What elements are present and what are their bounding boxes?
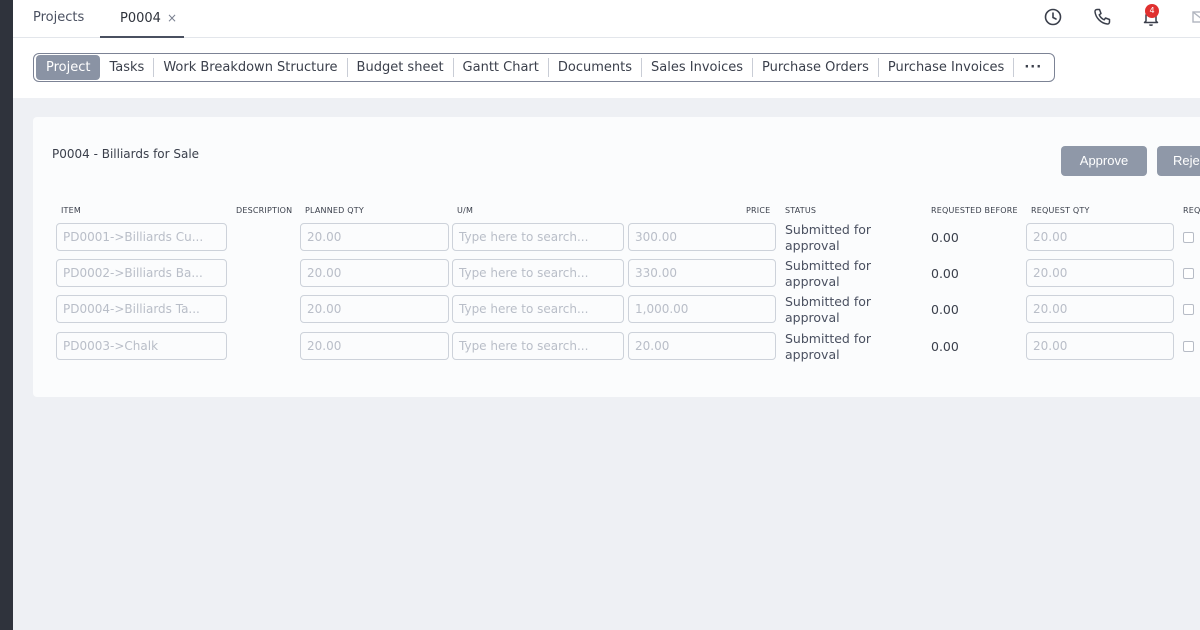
tab-budget-sheet[interactable]: Budget sheet [348,58,454,77]
item-field[interactable]: PD0003->Chalk [56,332,227,360]
close-icon[interactable]: × [167,11,177,25]
column-header-um: U/M [457,206,474,215]
column-header-req: REQ [1183,206,1200,215]
status-text: Submitted for approval [785,294,872,325]
column-header-request-qty: REQUEST QTY [1031,206,1090,215]
column-header-price: PRICE [746,206,771,215]
tab-purchase-invoices[interactable]: Purchase Invoices [879,58,1015,77]
reject-button[interactable]: Reje [1157,146,1200,176]
um-search-field[interactable]: Type here to search... [452,259,624,287]
project-tabs: Project Tasks Work Breakdown Structure B… [33,53,1056,82]
notification-badge: 4 [1145,4,1159,18]
column-header-planned-qty: PLANNED QTY [305,206,364,215]
requested-before-value: 0.00 [931,302,959,317]
status-text: Submitted for approval [785,331,872,362]
approve-button[interactable]: Approve [1061,146,1147,176]
row-checkbox[interactable] [1183,232,1194,243]
um-search-field[interactable]: Type here to search... [452,223,624,251]
row-checkbox[interactable] [1183,341,1194,352]
requested-before-value: 0.00 [931,339,959,354]
item-field[interactable]: PD0004->Billiards Ta... [56,295,227,323]
row-checkbox[interactable] [1183,304,1194,315]
price-field[interactable]: 1,000.00 [628,295,776,323]
tab-project[interactable]: Project [36,55,101,80]
planned-qty-field[interactable]: 20.00 [300,259,449,287]
page-title: P0004 - Billiards for Sale [52,147,200,161]
request-qty-field[interactable]: 20.00 [1026,259,1174,287]
price-field[interactable]: 300.00 [628,223,776,251]
tab-p0004[interactable]: P0004 × [100,0,184,38]
tab-purchase-orders[interactable]: Purchase Orders [753,58,879,77]
mail-icon[interactable] [1189,6,1200,28]
clock-icon[interactable] [1042,6,1064,28]
phone-icon[interactable] [1091,6,1113,28]
um-search-field[interactable]: Type here to search... [452,332,624,360]
column-header-status: STATUS [785,206,817,215]
request-qty-field[interactable]: 20.00 [1026,295,1174,323]
request-qty-field[interactable]: 20.00 [1026,332,1174,360]
tab-sales-invoices[interactable]: Sales Invoices [642,58,753,77]
top-bar: Projects P0004 × 4 [13,0,1200,38]
tab-work-breakdown-structure[interactable]: Work Breakdown Structure [154,58,348,77]
app-sidebar-strip [0,0,13,630]
status-text: Submitted for approval [785,258,872,289]
tab-projects[interactable]: Projects [33,0,84,38]
requested-before-value: 0.00 [931,266,959,281]
column-header-description: DESCRIPTION [236,206,293,215]
planned-qty-field[interactable]: 20.00 [300,332,449,360]
column-header-requested-before: REQUESTED BEFORE [931,206,1018,215]
row-checkbox[interactable] [1183,268,1194,279]
item-field[interactable]: PD0001->Billiards Cu... [56,223,227,251]
status-text: Submitted for approval [785,222,872,253]
sub-nav-bar: Project Tasks Work Breakdown Structure B… [13,38,1200,98]
item-field[interactable]: PD0002->Billiards Ba... [56,259,227,287]
tab-projects-label: Projects [33,10,85,25]
planned-qty-field[interactable]: 20.00 [300,223,449,251]
tab-p0004-label: P0004 [120,11,161,26]
more-tabs-icon[interactable]: ··· [1014,58,1052,77]
column-header-item: ITEM [61,206,82,215]
price-field[interactable]: 20.00 [628,332,776,360]
requested-before-value: 0.00 [931,230,959,245]
tab-gantt-chart[interactable]: Gantt Chart [454,58,549,77]
price-field[interactable]: 330.00 [628,259,776,287]
tab-tasks[interactable]: Tasks [100,58,155,77]
purchase-request-card: P0004 - Billiards for Sale Approve Reje … [33,117,1200,397]
tab-documents[interactable]: Documents [549,58,643,77]
um-search-field[interactable]: Type here to search... [452,295,624,323]
planned-qty-field[interactable]: 20.00 [300,295,449,323]
request-qty-field[interactable]: 20.00 [1026,223,1174,251]
